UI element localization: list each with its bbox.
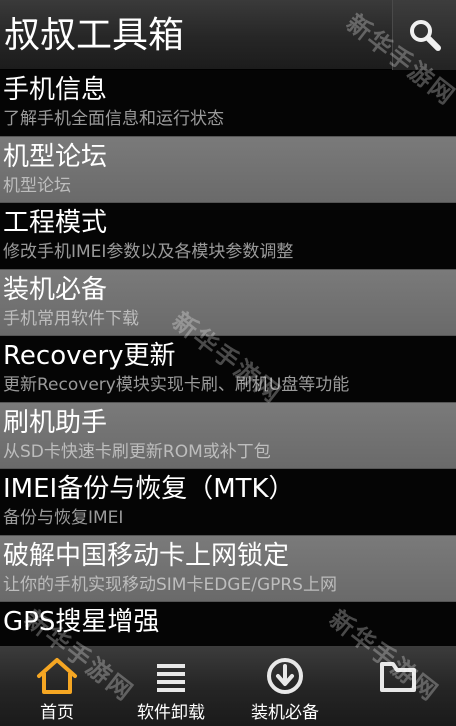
item-title: GPS搜星增强 xyxy=(3,607,160,637)
search-button[interactable] xyxy=(392,0,456,70)
tool-list: 手机信息 了解手机全面信息和运行状态 机型论坛 机型论坛 工程模式 修改手机IM… xyxy=(0,70,456,646)
app-header: 叔叔工具箱 xyxy=(0,0,456,70)
tab-label: 装机必备 xyxy=(251,703,319,723)
tab-label: 首页 xyxy=(40,703,74,723)
list-item-unlock-mobile-data[interactable]: 破解中国移动卡上网锁定 让你的手机实现移动SIM卡EDGE/GPRS上网 xyxy=(0,535,456,602)
list-item-phone-info[interactable]: 手机信息 了解手机全面信息和运行状态 xyxy=(0,70,456,137)
tab-uninstall[interactable]: 软件卸载 xyxy=(114,646,228,726)
bottom-tab-bar: 首页 软件卸载 装机必备 xyxy=(0,646,456,726)
list-item-flash-assistant[interactable]: 刷机助手 从SD卡快速卡刷更新ROM或补丁包 xyxy=(0,402,456,469)
item-title: 破解中国移动卡上网锁定 xyxy=(3,540,290,571)
item-desc: 修改手机IMEI参数以及各模块参数调整 xyxy=(3,242,294,262)
item-desc: 让你的手机实现移动SIM卡EDGE/GPRS上网 xyxy=(3,574,337,595)
list-item-gps-boost[interactable]: GPS搜星增强 xyxy=(0,602,456,646)
list-icon xyxy=(157,664,185,692)
list-item-engineering-mode[interactable]: 工程模式 修改手机IMEI参数以及各模块参数调整 xyxy=(0,203,456,270)
home-icon xyxy=(37,658,77,694)
item-desc: 更新Recovery模块实现卡刷、刷机U盘等功能 xyxy=(3,375,350,395)
tab-home[interactable]: 首页 xyxy=(0,646,114,726)
list-item-recovery-update[interactable]: Recovery更新 更新Recovery模块实现卡刷、刷机U盘等功能 xyxy=(0,336,456,403)
folder-icon xyxy=(380,662,416,692)
list-item-model-forum[interactable]: 机型论坛 机型论坛 xyxy=(0,136,456,203)
list-item-imei-backup[interactable]: IMEI备份与恢复（MTK） 备份与恢复IMEI xyxy=(0,469,456,536)
item-title: Recovery更新 xyxy=(3,341,176,371)
app-title: 叔叔工具箱 xyxy=(4,15,185,56)
item-desc: 机型论坛 xyxy=(3,175,71,196)
tab-label: 软件卸载 xyxy=(137,703,205,723)
tab-essentials[interactable]: 装机必备 xyxy=(228,646,342,726)
tab-files[interactable] xyxy=(342,646,456,726)
search-icon xyxy=(409,20,441,51)
item-title: 刷机助手 xyxy=(3,407,108,438)
item-desc: 从SD卡快速卡刷更新ROM或补丁包 xyxy=(3,441,271,462)
item-title: IMEI备份与恢复（MTK） xyxy=(3,474,295,504)
item-desc: 了解手机全面信息和运行状态 xyxy=(3,109,224,129)
item-desc: 备份与恢复IMEI xyxy=(3,508,124,528)
item-desc: 手机常用软件下载 xyxy=(3,308,139,329)
item-title: 工程模式 xyxy=(3,208,108,238)
list-item-essential-apps[interactable]: 装机必备 手机常用软件下载 xyxy=(0,269,456,336)
item-title: 手机信息 xyxy=(3,75,108,105)
download-icon xyxy=(267,658,303,694)
item-title: 装机必备 xyxy=(3,274,108,305)
item-title: 机型论坛 xyxy=(3,141,108,172)
